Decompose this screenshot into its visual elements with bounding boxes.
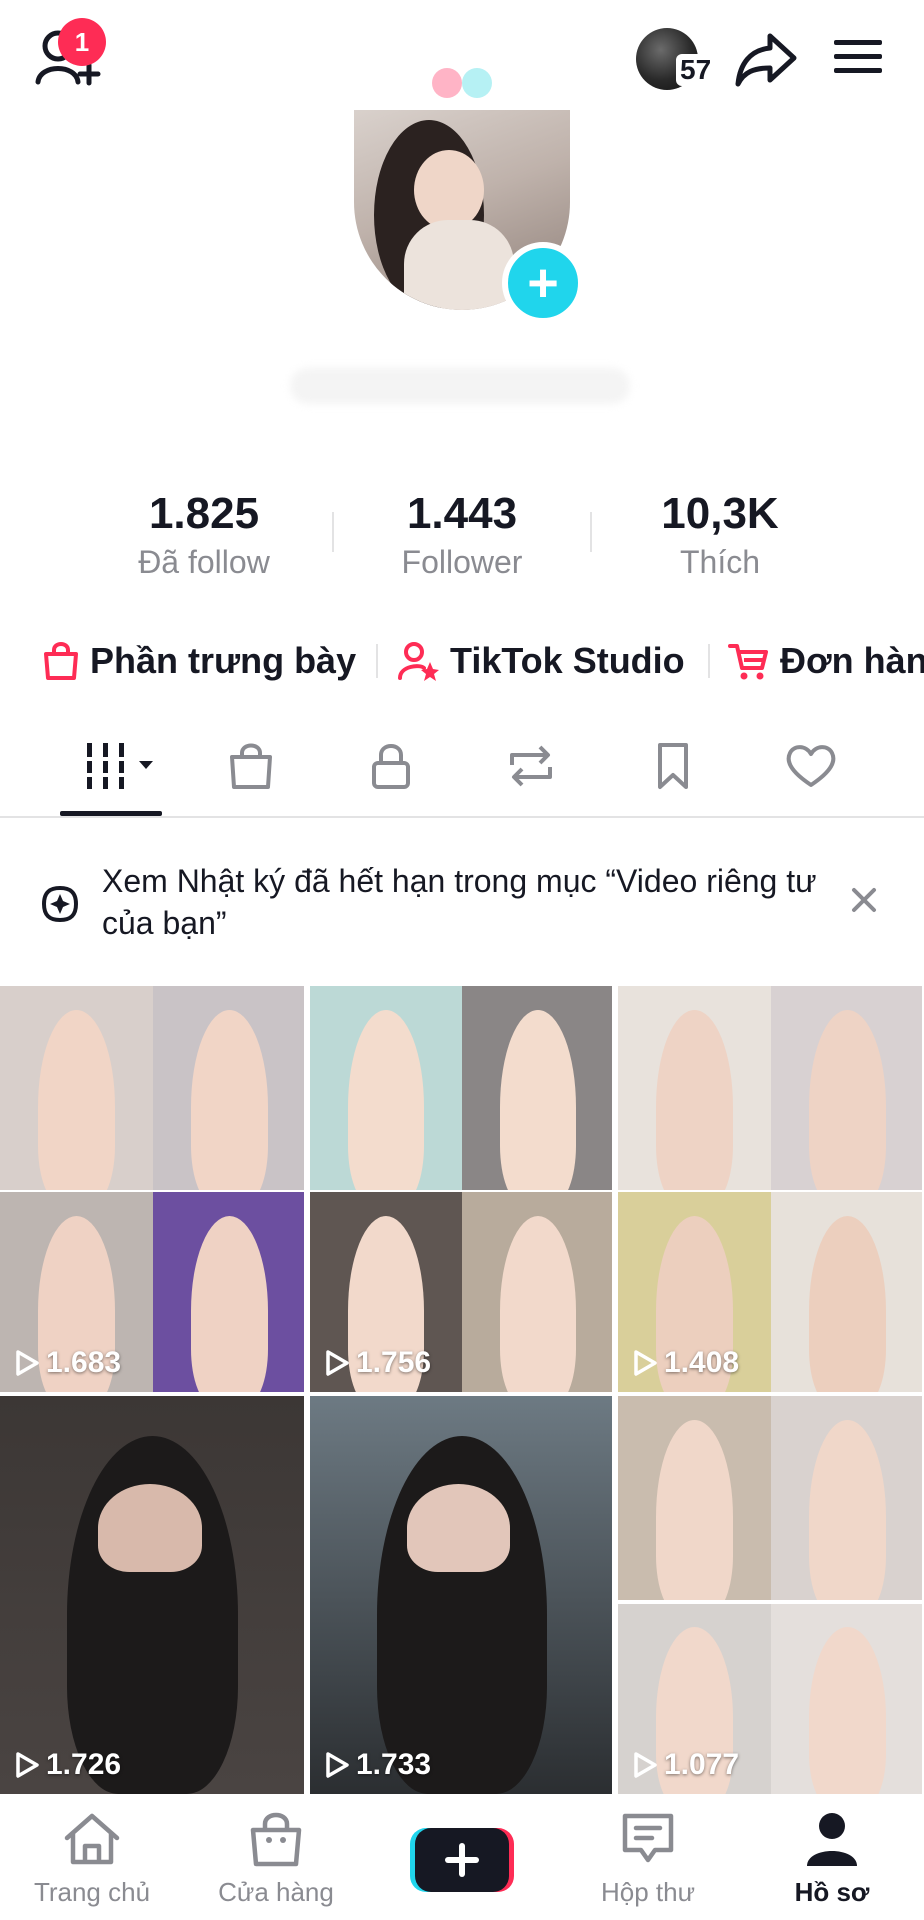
stat-likes-label: Thích (679, 544, 761, 580)
videos-grid-icon (85, 743, 153, 789)
video-thumbnail[interactable]: 1.683 (0, 1192, 306, 1392)
view-count-value: 1.077 (664, 1748, 740, 1781)
video-thumbnail[interactable] (618, 986, 924, 1190)
nav-home-label: Trang chủ (33, 1877, 151, 1907)
view-count-value: 1.726 (46, 1748, 122, 1781)
view-count: 1.733 (324, 1748, 431, 1782)
quick-link-label: TikTok Studio (450, 640, 685, 681)
shop-tab[interactable] (216, 736, 286, 796)
video-thumbnail[interactable]: 1.756 (310, 1192, 614, 1392)
view-count: 1.683 (14, 1346, 121, 1380)
play-icon (634, 1752, 657, 1778)
home-icon (64, 1813, 120, 1865)
nav-home[interactable]: Trang chủ (12, 1810, 172, 1908)
tab-divider (0, 816, 924, 818)
quick-link-label: Đơn hàn (780, 640, 924, 681)
private-tab[interactable] (356, 736, 426, 796)
profile-icon (807, 1813, 857, 1866)
banner-close-button[interactable] (844, 880, 884, 920)
view-count: 1.077 (632, 1748, 739, 1782)
notification-badge: 1 (58, 18, 106, 66)
create-button[interactable] (410, 1826, 514, 1894)
favorites-tab[interactable] (638, 736, 708, 796)
expired-stories-banner-text[interactable]: Xem Nhật ký đã hết hạn trong mục “Video … (102, 860, 822, 944)
story-count: 57 (676, 54, 716, 86)
nav-inbox-label: Hộp thư (600, 1877, 695, 1907)
nav-shop-label: Cửa hàng (218, 1877, 334, 1907)
account-dot-cyan (462, 68, 492, 98)
video-thumbnail[interactable] (310, 986, 614, 1190)
quick-link-divider (376, 644, 378, 678)
play-icon (326, 1752, 349, 1778)
share-button[interactable] (734, 30, 798, 88)
stat-divider (332, 512, 334, 552)
play-icon (16, 1752, 39, 1778)
repost-icon (510, 745, 552, 787)
view-count: 1.756 (324, 1346, 431, 1380)
view-count-value: 1.683 (46, 1346, 122, 1379)
play-icon (16, 1350, 39, 1376)
play-icon (326, 1350, 349, 1376)
stat-likes[interactable]: 10,3K Thích (620, 488, 820, 582)
view-count-value: 1.408 (664, 1346, 740, 1379)
nav-profile-label: Hồ sơ (794, 1877, 870, 1907)
lock-icon (372, 744, 410, 789)
inbox-icon (622, 1813, 674, 1863)
cart-icon (728, 644, 768, 680)
creator-icon (398, 642, 439, 681)
view-count: 1.408 (632, 1346, 739, 1380)
menu-button[interactable] (832, 34, 884, 80)
quick-link-label: Phần trưng bày (90, 640, 357, 681)
shop-icon (250, 1812, 302, 1867)
video-thumbnail[interactable]: 1.733 (310, 1396, 614, 1794)
stat-likes-value: 10,3K (661, 489, 779, 538)
menu-icon (834, 40, 882, 73)
video-thumbnail[interactable]: 1.077 (618, 1604, 924, 1794)
quick-link-studio[interactable]: TikTok Studio (398, 636, 685, 686)
create-icon (410, 1828, 514, 1892)
video-thumbnail[interactable]: 1.408 (618, 1192, 924, 1392)
nav-inbox[interactable]: Hộp thư (568, 1810, 728, 1908)
quick-link-showcase[interactable]: Phần trưng bày (42, 636, 356, 686)
video-thumbnail[interactable] (0, 986, 306, 1190)
stat-following-value: 1.825 (148, 489, 260, 538)
view-count-value: 1.733 (356, 1748, 432, 1781)
quick-link-divider (708, 644, 710, 678)
nav-profile[interactable]: Hồ sơ (752, 1810, 912, 1908)
liked-tab[interactable] (776, 736, 846, 796)
videos-tab[interactable] (82, 736, 162, 796)
view-count-value: 1.756 (356, 1346, 432, 1379)
stat-following[interactable]: 1.825 Đã follow (104, 488, 304, 582)
expired-stories-icon (38, 882, 82, 926)
stat-followers-label: Follower (401, 544, 523, 580)
stat-followers-value: 1.443 (406, 489, 518, 538)
view-count: 1.726 (14, 1748, 121, 1782)
quick-link-orders[interactable]: Đơn hàn (728, 636, 924, 686)
stat-following-label: Đã follow (138, 544, 270, 580)
add-story-button[interactable]: + (502, 242, 584, 324)
stat-followers[interactable]: 1.443 Follower (362, 488, 562, 582)
nav-shop[interactable]: Cửa hàng (196, 1810, 356, 1908)
close-icon (852, 888, 876, 912)
play-icon (634, 1350, 657, 1376)
video-thumbnail[interactable] (618, 1396, 924, 1600)
share-icon (735, 33, 797, 87)
video-thumbnail[interactable]: 1.726 (0, 1396, 306, 1794)
shopping-bag-icon (44, 642, 78, 680)
bookmark-icon (658, 743, 688, 789)
stat-divider (590, 512, 592, 552)
username-blurred (290, 368, 630, 404)
account-dot-pink (432, 68, 462, 98)
reposts-tab[interactable] (496, 736, 566, 796)
heart-icon (786, 745, 836, 787)
shop-bag-icon (230, 743, 272, 789)
